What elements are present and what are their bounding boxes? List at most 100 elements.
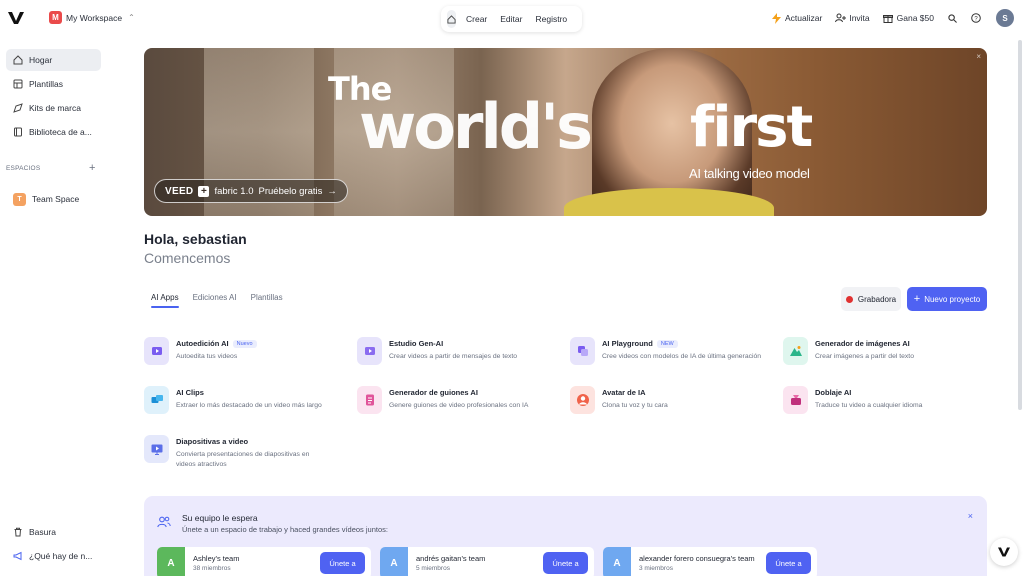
tool-title: Autoedición AI [176,339,229,348]
team-avatar: A [380,547,408,576]
brand-kit-icon [13,103,23,113]
tool-ai-avatar[interactable]: Avatar de IA Clona tu voz y tu cara [570,386,775,420]
plus-icon: + [913,293,921,305]
banner-close-icon[interactable]: × [976,52,981,61]
banner-cta-brand: VEED [165,185,194,197]
nav-crear[interactable]: Crear [466,14,487,24]
trash-icon [13,527,23,537]
sidebar-item-label: ¿Qué hay de n... [29,551,93,561]
tool-slides-to-video[interactable]: Diapositivas a video Convierta presentac… [144,435,334,469]
tool-title: Avatar de IA [602,388,646,397]
banner-headline-world: world's [359,90,593,163]
banner-cta-text: Pruébelo gratis [258,185,323,197]
home-icon [13,55,23,65]
slides-icon [144,435,169,463]
new-badge: Nuevo [232,339,257,348]
sidebar-item-trash[interactable]: Basura [6,521,101,543]
dubbing-icon [783,386,808,414]
team-panel-title: Su equipo le espera [182,513,258,523]
banner-subtitle: AI talking video model [689,166,810,181]
sidebar-item-library[interactable]: Biblioteca de a... [6,121,101,143]
invite-button[interactable]: Invita [834,12,870,24]
tool-autoedit-ai[interactable]: Autoedición AI Nuevo Autoedita tus videos [144,337,349,371]
help-circle-icon: ? [970,12,982,24]
magic-wand-icon [144,337,169,365]
new-project-button[interactable]: + Nuevo proyecto [907,287,987,311]
tab-templates[interactable]: Plantillas [244,293,290,308]
team-card: A andrés gaitan's team 5 miembros Únete … [380,547,594,576]
tab-ai-apps[interactable]: AI Apps [144,293,186,308]
banner-cta-button[interactable]: VEED + fabric 1.0 Pruébelo gratis → [154,179,348,203]
tool-description: Crear videos a partir de mensajes de tex… [389,353,518,360]
add-space-plus-icon[interactable]: + [89,162,95,174]
team-name: Ashley's team [193,554,240,563]
tool-description: Extraer lo más destacado de un video más… [176,402,322,409]
user-plus-icon [834,12,846,24]
sidebar-item-label: Basura [29,527,56,537]
sidebar-item-label: Biblioteca de a... [29,127,92,137]
banner-cta-product: fabric 1.0 [214,185,254,197]
team-panel-subtitle: Únete a un espacio de trabajo y haced gr… [182,525,388,534]
banner-headline-first: first [690,95,813,160]
clips-icon [144,386,169,414]
workspace-switcher[interactable]: M My Workspace ⌃ [49,11,135,24]
tool-title: Doblaje AI [815,388,852,397]
join-team-button[interactable]: Únete a [320,552,365,574]
sidebar-item-team-space[interactable]: T Team Space [6,188,101,210]
earn-label: Gana $50 [896,13,934,23]
team-card: A alexander forero consuegra's team 3 mi… [603,547,817,576]
sidebar-item-home[interactable]: Hogar [6,49,101,71]
earn-button[interactable]: Gana $50 [882,12,934,24]
sidebar-item-whats-new[interactable]: ¿Qué hay de n... [6,545,101,567]
home-icon [447,14,456,24]
nav-registro[interactable]: Registro [535,14,567,24]
new-badge: NEW [656,339,678,348]
join-team-button[interactable]: Únete a [766,552,811,574]
sidebar-item-brand-kits[interactable]: Kits de marca [6,97,101,119]
tool-title: Generador de guiones AI [389,388,478,397]
tool-script-generator[interactable]: Generador de guiones AI Genere guiones d… [357,386,562,420]
join-team-button[interactable]: Únete a [543,552,588,574]
page-scrollbar[interactable] [1018,40,1022,410]
content-tabs: AI Apps Ediciones AI Plantillas [144,293,290,308]
tool-description: Traduce tu video a cualquier idioma [815,402,923,409]
search-icon [946,12,958,24]
tab-ai-edits[interactable]: Ediciones AI [186,293,244,308]
tool-ai-playground[interactable]: AI Playground NEW Cree videos con modelos… [570,337,775,371]
record-button[interactable]: Grabadora [841,287,901,311]
tool-description: Autoedita tus videos [176,353,238,360]
search-button[interactable] [946,12,958,24]
playground-icon [570,337,595,365]
invite-label: Invita [849,13,870,23]
team-members: 5 miembros [416,565,450,572]
tool-title: Generador de imágenes AI [815,339,910,348]
new-project-label: Nuevo proyecto [924,294,981,304]
tool-image-generator[interactable]: Generador de imágenes AI Crear imágenes … [783,337,988,371]
user-avatar[interactable]: S [996,9,1014,27]
nav-editar[interactable]: Editar [500,14,522,24]
tool-ai-dubbing[interactable]: Doblaje AI Traduce tu video a cualquier … [783,386,988,420]
team-avatar: A [603,547,631,576]
main-nav: Crear Editar Registro [441,6,582,32]
home-button[interactable] [447,10,456,28]
tool-gen-ai-studio[interactable]: Estudio Gen-AI Crear videos a partir de … [357,337,562,371]
support-chat-button[interactable] [990,538,1018,566]
right-nav: Actualizar Invita Gana $50 ? S [758,9,1014,27]
spaces-section-label: ESPACIOS [6,165,41,172]
upgrade-button[interactable]: Actualizar [770,12,822,24]
record-dot-icon [845,295,853,303]
tool-description: Genere guiones de video profesionales co… [389,402,529,409]
veed-logo-icon[interactable] [8,10,24,26]
tool-description: Cree videos con modelos de IA de última … [602,353,762,360]
sidebar-item-label: Kits de marca [29,103,81,113]
image-mountain-icon [783,337,808,365]
tool-ai-clips[interactable]: AI Clips Extraer lo más destacado de un … [144,386,349,420]
help-button[interactable]: ? [970,12,982,24]
sidebar-item-templates[interactable]: Plantillas [6,73,101,95]
team-invite-panel: Su equipo le espera Únete a un espacio d… [144,496,987,576]
promo-banner[interactable]: The world's first AI talking video model… [144,48,987,216]
script-document-icon [357,386,382,414]
team-name: andrés gaitan's team [416,554,486,563]
close-icon[interactable]: × [968,511,973,521]
plus-box-icon: + [198,185,210,197]
